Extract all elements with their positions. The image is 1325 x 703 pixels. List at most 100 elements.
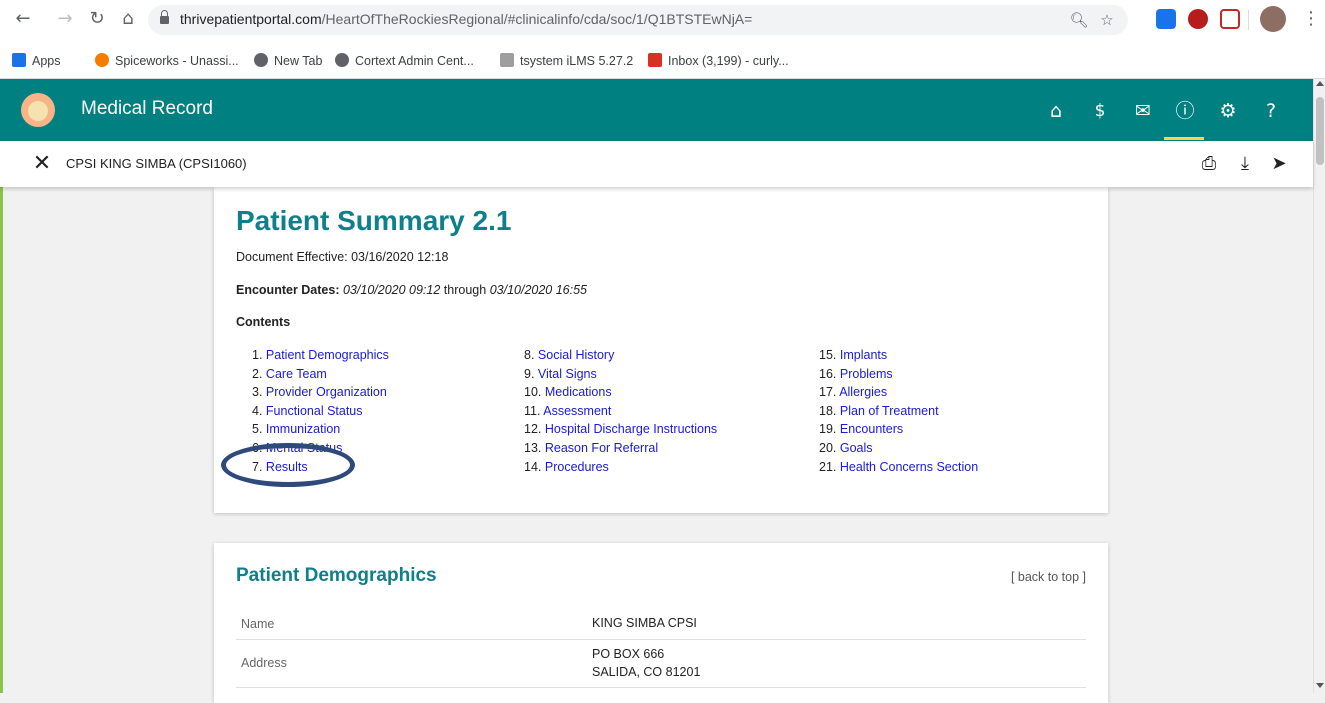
toc-link[interactable]: Goals [840,441,873,455]
encounter-end: 03/10/2020 16:55 [489,283,588,297]
zoom-icon[interactable]: 🔍︎ [1068,9,1090,31]
toc-link[interactable]: Vital Signs [538,367,597,381]
toc-item[interactable]: 18. Plan of Treatment [819,402,978,421]
profile-avatar[interactable] [1260,6,1286,32]
patient-name: CPSI KING SIMBA (CPSI1060) [66,156,247,171]
help-icon[interactable]: ? [1258,98,1284,124]
toc-number: 14. [524,459,542,474]
settings-icon[interactable]: ⚙ [1215,98,1241,124]
toc-item[interactable]: 3. Provider Organization [252,383,389,402]
back-to-top-link[interactable]: [ back to top ] [1011,570,1086,584]
menu-dots-icon[interactable]: ⋮ [1300,8,1322,30]
extension-translate-icon[interactable] [1156,9,1176,29]
send-icon[interactable]: ➤ [1266,151,1292,177]
toc-item[interactable]: 1. Patient Demographics [252,346,389,365]
toc-number: 13. [524,440,542,455]
bookmark-ilms[interactable]: tsystem iLMS 5.27.2 [500,52,633,70]
encounter-dates: Encounter Dates: 03/10/2020 09:12 throug… [236,283,587,297]
toolbar-divider [1248,10,1249,30]
toc-link[interactable]: Patient Demographics [266,348,389,362]
star-icon[interactable]: ☆ [1096,9,1118,31]
toc-number: 8. [524,348,535,362]
reload-icon[interactable]: ↻ [86,8,108,30]
toc-link[interactable]: Allergies [839,385,887,399]
toc-item[interactable]: 16. Problems [819,365,978,384]
toc-link[interactable]: Medications [545,385,612,399]
toc-item[interactable]: 8. Social History [524,346,717,365]
bookmark-label: tsystem iLMS 5.27.2 [520,54,634,68]
results-highlight-annotation [221,443,355,487]
toc-item[interactable]: 5. Immunization [252,420,389,439]
extension-box-icon[interactable] [1220,9,1240,29]
toc-number: 21. [819,459,837,474]
toc-link[interactable]: Social History [538,348,614,362]
spiceworks-icon [95,53,109,67]
toc-item[interactable]: 17. Allergies [819,383,978,402]
ilms-icon [500,53,514,67]
page-scrollbar[interactable] [1313,79,1325,693]
toc-link[interactable]: Plan of Treatment [840,404,939,418]
back-arrow-icon[interactable]: ← [12,8,34,30]
mail-icon[interactable]: ✉ [1130,98,1156,124]
toc-link[interactable]: Functional Status [266,404,363,418]
bookmark-cortext[interactable]: Cortext Admin Cent... [335,52,474,70]
toc-item[interactable]: 21. Health Concerns Section [819,458,978,477]
section-title: Patient Demographics [236,565,437,586]
demographics-card: Patient Demographics [ back to top ] Nam… [214,543,1108,703]
info-icon[interactable]: ⓘ [1172,98,1198,124]
toc-link[interactable]: Provider Organization [266,385,387,399]
toc-link[interactable]: Implants [840,348,887,362]
dollar-icon[interactable]: $ [1087,98,1113,124]
toc-number: 19. [819,422,837,437]
toc-item[interactable]: 12. Hospital Discharge Instructions [524,420,717,439]
toc-link[interactable]: Problems [840,367,893,381]
toc-link[interactable]: Health Concerns Section [840,460,978,474]
toc-link[interactable]: Encounters [840,422,903,436]
toc-item[interactable]: 20. Goals [819,439,978,458]
toc-link[interactable]: Assessment [543,404,611,418]
row-value: KING SIMBA CPSI [592,614,697,632]
toc-item[interactable]: 4. Functional Status [252,402,389,421]
toc-item[interactable]: 13. Reason For Referral [524,439,717,458]
toc-column-3: 15. Implants 16. Problems 17. Allergies … [819,346,978,476]
bookmark-inbox[interactable]: Inbox (3,199) - curly... [648,52,789,70]
toc-item[interactable]: 10. Medications [524,383,717,402]
table-row: Address PO BOX 666 SALIDA, CO 81201 [236,640,1086,688]
toc-item[interactable]: 14. Procedures [524,458,717,477]
toc-item[interactable]: 2. Care Team [252,365,389,384]
bookmark-new-tab[interactable]: New Tab [254,52,322,70]
close-icon[interactable]: ✕ [30,152,54,176]
address-bar[interactable]: thrivepatientportal.com/HeartOfTheRockie… [148,5,1128,35]
bookmark-spiceworks[interactable]: Spiceworks - Unassi... [95,52,239,70]
toc-item[interactable]: 9. Vital Signs [524,365,717,384]
toc-number: 11. [524,403,541,418]
extension-ublock-icon[interactable] [1188,9,1208,29]
document-title: Patient Summary 2.1 [236,205,512,236]
bookmark-label: Inbox (3,199) - curly... [668,54,789,68]
toc-link[interactable]: Procedures [545,460,609,474]
summary-card: Patient Summary 2.1 Document Effective: … [214,187,1108,513]
toc-item[interactable]: 19. Encounters [819,420,978,439]
toc-item[interactable]: 11. Assessment [524,402,717,421]
toc-link[interactable]: Care Team [266,367,327,381]
toc-link[interactable]: Immunization [266,422,340,436]
toc-link[interactable]: Reason For Referral [545,441,658,455]
forward-arrow-icon[interactable]: → [54,8,76,30]
download-icon[interactable]: ⤓ [1232,151,1258,177]
scroll-up-arrow-icon[interactable] [1316,81,1324,86]
row-value: PO BOX 666 SALIDA, CO 81201 [592,645,700,681]
encounter-through: through [443,283,487,297]
toc-number: 4. [252,403,263,418]
row-label: Name [241,617,275,631]
browser-chrome: ← → ↻ ⌂ thrivepatientportal.com/HeartOfT… [0,0,1325,79]
toc-link[interactable]: Hospital Discharge Instructions [545,422,717,436]
toc-item[interactable]: 15. Implants [819,346,978,365]
home-outline-icon[interactable]: ⌂ [117,8,139,30]
home-icon[interactable]: ⌂ [1043,98,1069,124]
toc-number: 3. [252,385,263,400]
print-icon[interactable]: ⎙ [1196,151,1222,177]
contents-heading: Contents [236,315,291,329]
scroll-thumb[interactable] [1316,97,1324,165]
bookmark-apps[interactable]: Apps [12,52,61,70]
scroll-down-arrow-icon[interactable] [1316,683,1324,688]
